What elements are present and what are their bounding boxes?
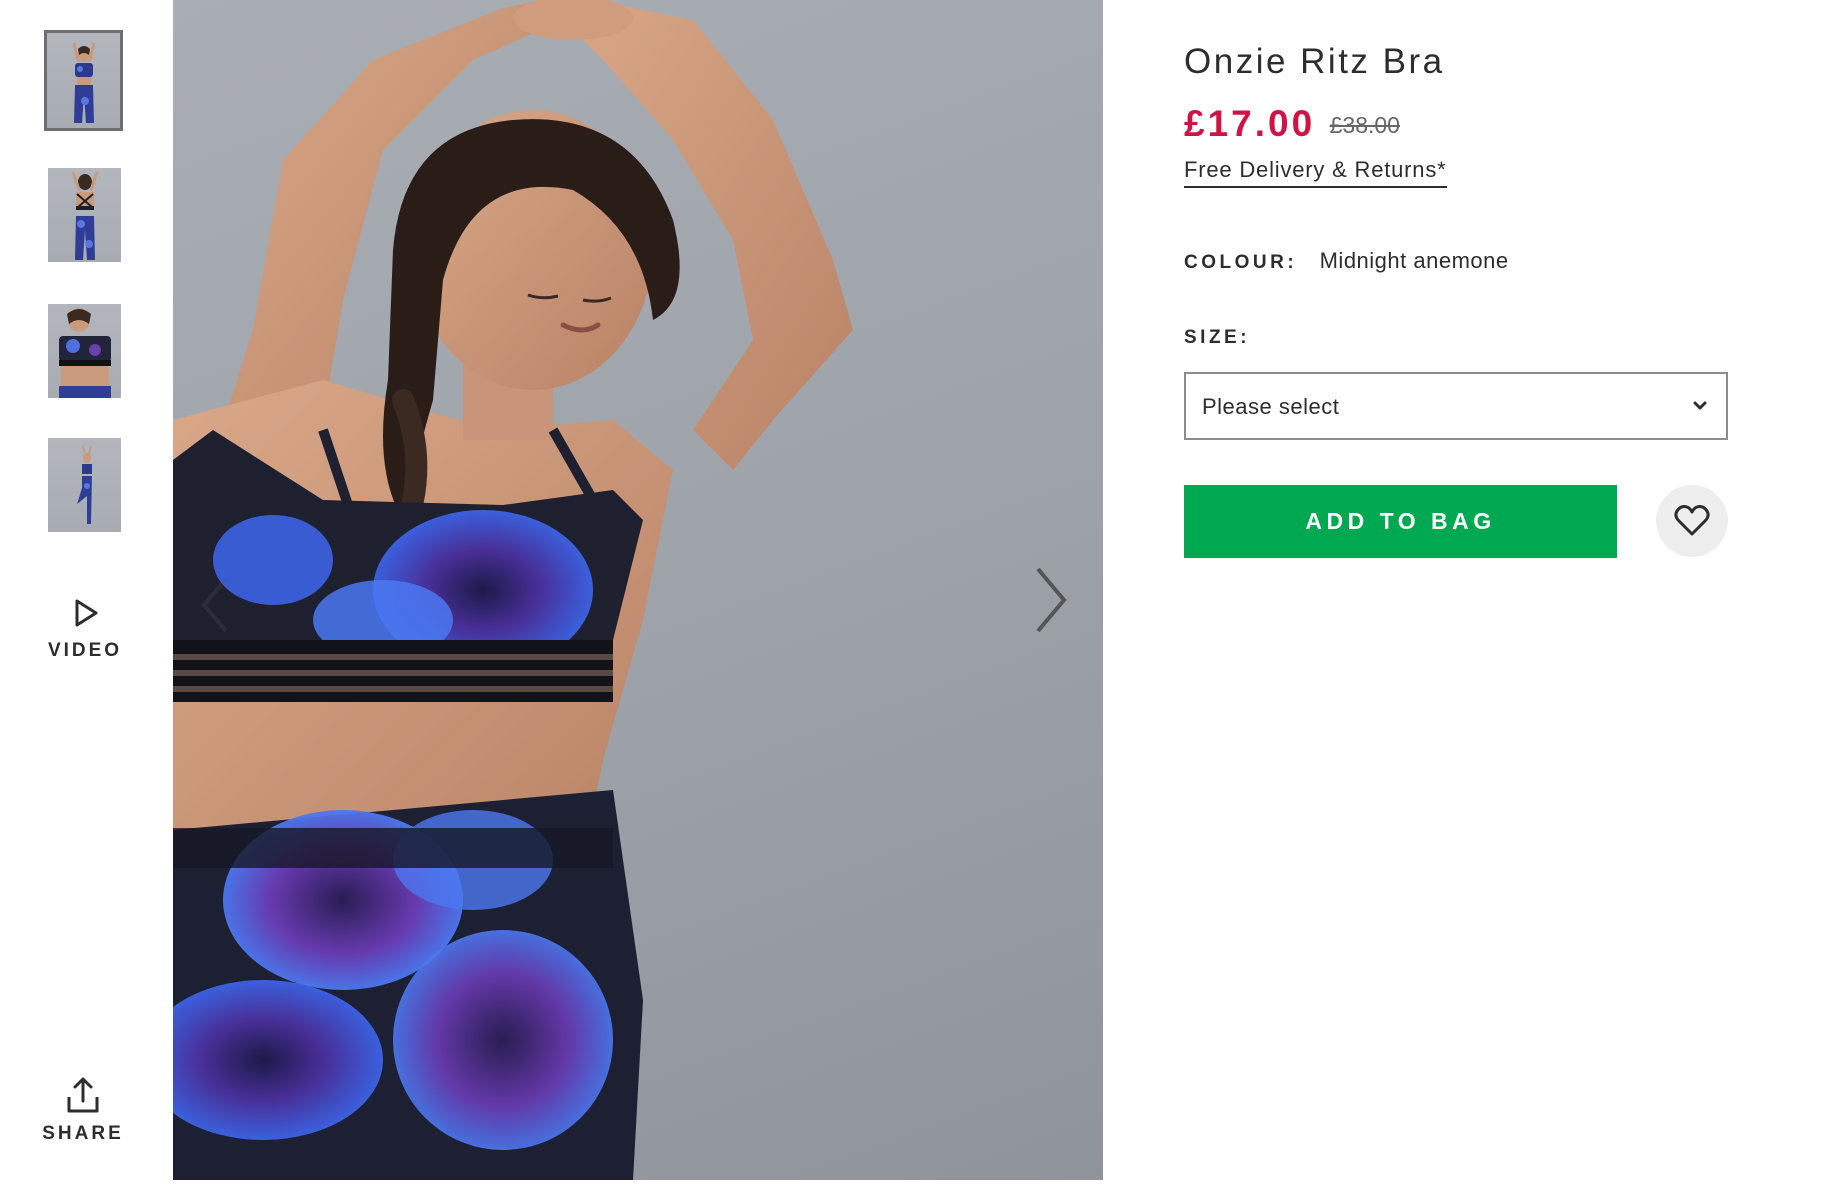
thumbnail-image — [58, 308, 111, 398]
product-photo — [173, 0, 853, 1180]
add-to-bag-button[interactable]: ADD TO BAG — [1184, 485, 1617, 558]
share-icon — [67, 1077, 99, 1113]
main-product-image[interactable] — [173, 0, 1103, 1180]
price-row: £17.00 £38.00 — [1184, 103, 1400, 145]
thumbnail-image — [71, 171, 98, 260]
thumbnail-front[interactable] — [44, 30, 123, 131]
product-title: Onzie Ritz Bra — [1184, 42, 1445, 81]
play-icon — [75, 599, 98, 627]
heart-icon — [1674, 505, 1710, 536]
save-for-later-button[interactable] — [1656, 485, 1728, 557]
free-delivery-link[interactable]: Free Delivery & Returns* — [1184, 157, 1447, 188]
thumbnail-image — [72, 42, 95, 123]
colour-row: COLOUR: Midnight anemone — [1184, 248, 1509, 274]
size-select[interactable]: Please select — [1184, 372, 1728, 440]
thumbnail-image — [76, 445, 92, 524]
size-label: SIZE: — [1184, 327, 1251, 348]
size-select-value: Please select — [1202, 394, 1340, 419]
chevron-left-icon[interactable] — [198, 575, 232, 635]
video-button[interactable]: VIDEO — [40, 590, 130, 680]
colour-value: Midnight anemone — [1319, 248, 1509, 273]
thumbnail-close-up[interactable] — [48, 304, 121, 398]
thumbnail-back[interactable] — [48, 168, 121, 262]
thumbnail-full-length[interactable] — [48, 438, 121, 532]
current-price: £17.00 — [1184, 103, 1316, 144]
share-label: SHARE — [42, 1123, 124, 1144]
chevron-down-icon — [1693, 401, 1707, 410]
colour-label: COLOUR: — [1184, 252, 1298, 273]
chevron-right-icon[interactable] — [1030, 565, 1070, 635]
thumbnail-rail: VIDEO SHARE — [0, 0, 172, 1192]
share-button[interactable]: SHARE — [38, 1075, 128, 1155]
original-price: £38.00 — [1329, 112, 1400, 138]
video-label: VIDEO — [47, 640, 123, 661]
